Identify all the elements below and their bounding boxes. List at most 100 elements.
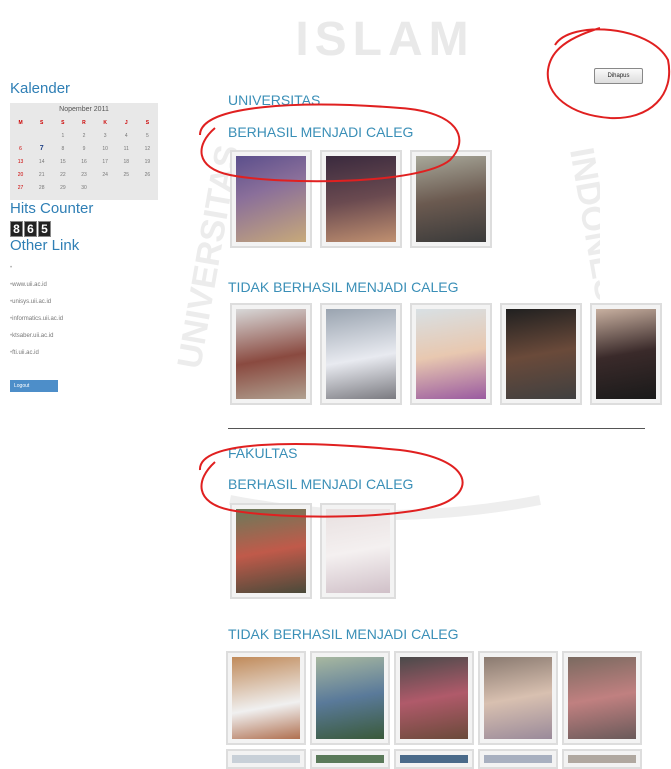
calendar-day[interactable]: 18 [116, 155, 137, 168]
svg-text:ISLAM: ISLAM [295, 13, 474, 66]
calendar-weekday: R [82, 119, 86, 126]
photo-thumbnail[interactable] [310, 749, 390, 769]
photo-thumbnail[interactable] [478, 749, 558, 769]
photo-thumbnail[interactable] [310, 651, 390, 745]
calendar-day [116, 181, 137, 194]
fak-fail-photos-row2 [226, 749, 642, 769]
photo-thumbnail[interactable] [562, 651, 642, 745]
univ-fail-heading: TIDAK BERHASIL MENJADI CALEG [228, 279, 459, 295]
logout-button[interactable]: Logout [10, 380, 58, 392]
photo-thumbnail[interactable] [394, 749, 474, 769]
calendar-day[interactable]: 10 [95, 142, 116, 155]
photo-thumbnail[interactable] [394, 651, 474, 745]
calendar-day[interactable]: 7 [31, 142, 52, 155]
photo-thumbnail[interactable] [410, 150, 492, 248]
link-item[interactable] [10, 260, 160, 277]
photo-thumbnail[interactable] [410, 303, 492, 405]
calendar-week-row: 27 28 29 30 [10, 181, 158, 194]
counter-digit: 5 [38, 221, 51, 237]
section-fakultas: FAKULTAS [228, 445, 298, 461]
calendar-day[interactable]: 4 [116, 129, 137, 142]
photo-thumbnail[interactable] [226, 749, 306, 769]
calendar-week-row: 6 7 8 9 10 11 12 [10, 142, 158, 155]
photo-thumbnail[interactable] [320, 503, 396, 599]
link-item[interactable]: fti.uii.ac.id [10, 345, 160, 362]
calendar-week-row: 13 14 15 16 17 18 19 [10, 155, 158, 168]
calendar-weekday: S [40, 119, 44, 126]
counter-digit: 8 [10, 221, 23, 237]
fak-success-photos [230, 503, 396, 599]
calendar-weekday: M [18, 119, 23, 126]
calendar-day[interactable]: 23 [73, 168, 94, 181]
calendar-day[interactable]: 11 [116, 142, 137, 155]
fak-success-heading: BERHASIL MENJADI CALEG [228, 476, 414, 492]
calendar-week-row: 12345 [10, 129, 158, 142]
photo-thumbnail[interactable] [230, 303, 312, 405]
photo-thumbnail[interactable] [500, 303, 582, 405]
calendar-day[interactable]: 2 [73, 129, 94, 142]
calendar-day[interactable]: 21 [31, 168, 52, 181]
university-seal-watermark: ISLAM INDONESIA UNIVERSITAS [170, 13, 600, 520]
sidebar: Kalender Nopember 2011 MSSRKJS1234567891… [10, 80, 160, 392]
calendar-day[interactable]: 24 [95, 168, 116, 181]
other-links-list: www.uii.ac.id unisys.uii.ac.id informati… [10, 260, 160, 362]
counter-digit: 6 [24, 221, 37, 237]
calendar-widget: Nopember 2011 M S S R K J S 1 2 3 4 5 6 7 8 9 10 11 12 13 14… [10, 103, 158, 200]
photo-thumbnail[interactable] [230, 503, 312, 599]
delete-button[interactable]: Dihapus [594, 68, 643, 84]
photo-thumbnail[interactable] [478, 651, 558, 745]
calendar-day[interactable]: 20 [10, 168, 31, 181]
calendar-day[interactable]: 16 [73, 155, 94, 168]
link-item[interactable]: unisys.uii.ac.id [10, 294, 160, 311]
photo-thumbnail[interactable] [320, 303, 402, 405]
calendar-heading: Kalender [10, 80, 71, 97]
calendar-day [95, 181, 116, 194]
calendar-day[interactable]: 5 [137, 129, 158, 142]
calendar-weekday: S [61, 119, 65, 126]
univ-success-photos [230, 150, 492, 248]
calendar-day[interactable]: 26 [137, 168, 158, 181]
calendar-day[interactable]: 17 [95, 155, 116, 168]
calendar-month: Nopember 2011 [59, 106, 109, 113]
calendar-day[interactable]: 3 [95, 129, 116, 142]
calendar-weekday: K [103, 119, 107, 126]
calendar-week-row: 20 21 22 23 24 25 26 [10, 168, 158, 181]
calendar-day[interactable]: 22 [52, 168, 73, 181]
link-item[interactable]: informatics.uii.ac.id [10, 311, 160, 328]
link-item[interactable]: www.uii.ac.id [10, 277, 160, 294]
calendar-day[interactable]: 1 [52, 129, 73, 142]
photo-thumbnail[interactable] [320, 150, 402, 248]
photo-thumbnail[interactable] [562, 749, 642, 769]
other-link-heading: Other Link [10, 237, 80, 254]
calendar-day[interactable]: 15 [52, 155, 73, 168]
photo-thumbnail[interactable] [226, 651, 306, 745]
calendar-day[interactable]: 12 [137, 142, 158, 155]
calendar-day[interactable]: 27 [10, 181, 31, 194]
calendar-day[interactable]: 25 [116, 168, 137, 181]
calendar-weekday: S [145, 119, 150, 126]
calendar-day[interactable]: 30 [73, 181, 94, 194]
calendar-day[interactable]: 8 [52, 142, 73, 155]
calendar-day[interactable]: 28 [31, 181, 52, 194]
fak-fail-photos [226, 651, 642, 745]
calendar-day [137, 181, 158, 194]
calendar-day[interactable]: 14 [31, 155, 52, 168]
section-divider [228, 428, 645, 429]
univ-success-heading: BERHASIL MENJADI CALEG [228, 124, 414, 140]
univ-fail-photos [230, 303, 662, 405]
photo-thumbnail[interactable] [230, 150, 312, 248]
calendar-day[interactable]: 9 [73, 142, 94, 155]
link-item[interactable]: ktsaber.uii.ac.id [10, 328, 160, 345]
calendar-grid: M S S R K J S 1 2 3 4 5 6 7 8 9 10 11 12 13 14 15 16 17 18 19 20 21… [10, 116, 158, 194]
photo-thumbnail[interactable] [590, 303, 662, 405]
calendar-day [10, 129, 31, 142]
calendar-day[interactable]: 19 [137, 155, 158, 168]
calendar-day [31, 129, 52, 142]
hits-counter: 8 6 5 [10, 221, 160, 237]
section-universitas: UNIVERSITAS [228, 92, 321, 108]
calendar-day[interactable]: 6 [10, 142, 31, 155]
calendar-day[interactable]: 13 [10, 155, 31, 168]
calendar-weekday: J [124, 119, 128, 126]
hits-counter-heading: Hits Counter [10, 200, 94, 217]
calendar-day[interactable]: 29 [52, 181, 73, 194]
